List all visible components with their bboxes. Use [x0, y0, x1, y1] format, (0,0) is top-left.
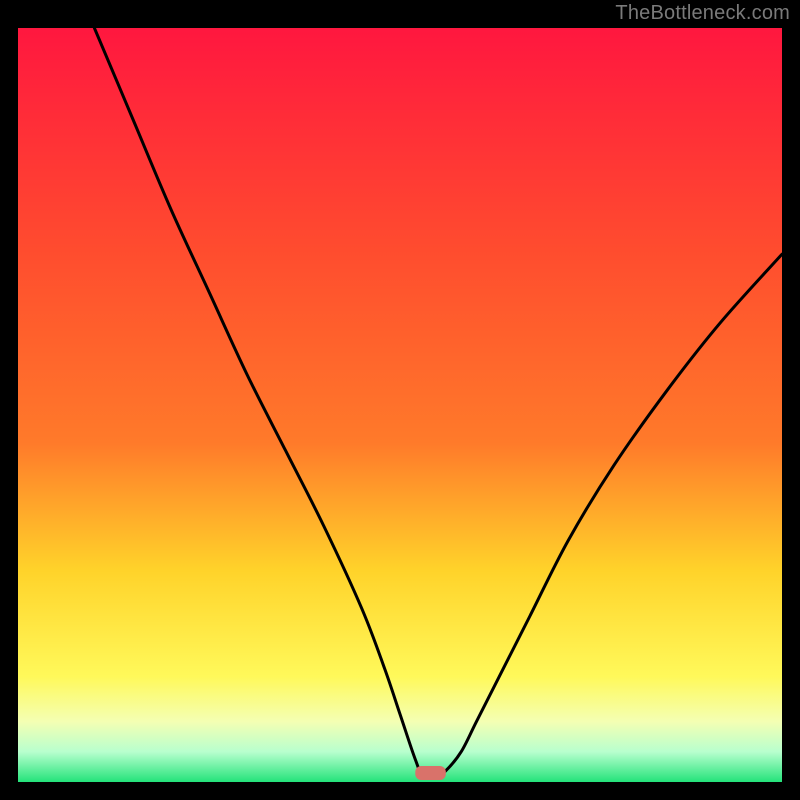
- chart-frame: TheBottleneck.com: [0, 0, 800, 800]
- bottleneck-chart-svg: [18, 28, 782, 782]
- watermark-text: TheBottleneck.com: [615, 2, 790, 25]
- plot-area: [18, 28, 782, 782]
- optimal-marker: [415, 766, 446, 780]
- plot-outer: [18, 28, 782, 782]
- gradient-background: [18, 28, 782, 782]
